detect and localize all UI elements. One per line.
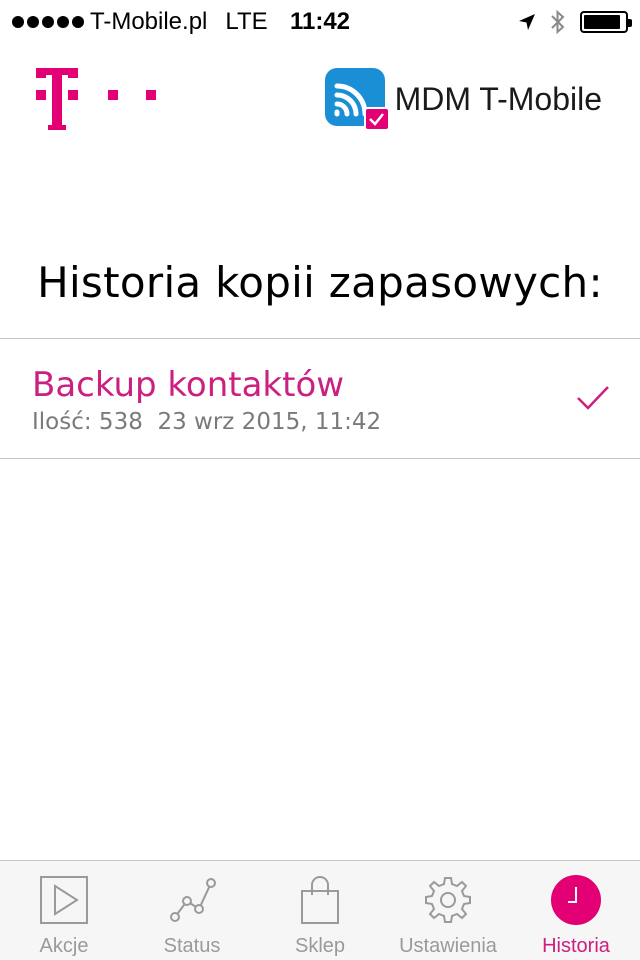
battery-icon: [580, 11, 632, 33]
location-arrow-icon: [519, 14, 535, 30]
signal-strength-icon: [12, 16, 84, 28]
bluetooth-icon: [551, 9, 565, 35]
tab-label: Akcje: [39, 935, 89, 957]
tab-status[interactable]: Status: [128, 861, 256, 960]
status-bar: T-Mobile.pl LTE 11:42: [0, 0, 640, 40]
status-bar-right: [518, 8, 632, 36]
tab-label: Ustawienia: [399, 935, 497, 957]
carrier-name: T-Mobile.pl: [90, 8, 208, 35]
clock-icon: [551, 875, 601, 925]
chart-line-icon: [170, 878, 216, 922]
tab-sklep[interactable]: Sklep: [256, 861, 384, 960]
backup-details: Ilość: 538 23 wrz 2015, 11:42: [32, 409, 382, 435]
t-mobile-logo: [36, 68, 156, 130]
app-header: MDM T-Mobile: [0, 60, 640, 140]
checkmark-icon: [577, 386, 609, 410]
tab-label: Status: [163, 935, 221, 957]
tab-label: Sklep: [294, 935, 346, 957]
mdm-app-icon: [324, 68, 389, 130]
page-title: Historia kopii zapasowych:: [37, 258, 603, 307]
status-bar-left: T-Mobile.pl LTE: [12, 8, 268, 36]
backup-list: Backup kontaktów Ilość: 538 23 wrz 2015,…: [0, 338, 640, 459]
list-item[interactable]: Backup kontaktów Ilość: 538 23 wrz 2015,…: [0, 339, 640, 459]
shopping-bag-icon: [301, 876, 339, 924]
gear-icon: [425, 877, 471, 923]
battery-level: [584, 15, 620, 29]
tab-label: Historia: [542, 935, 610, 957]
tab-akcje[interactable]: Akcje: [0, 861, 128, 960]
tab-ustawienia[interactable]: Ustawienia: [384, 861, 512, 960]
app-name: MDM T-Mobile: [394, 80, 602, 117]
app-brand: MDM T-Mobile: [324, 68, 602, 130]
backup-title: Backup kontaktów: [32, 365, 345, 405]
tab-historia[interactable]: Historia: [512, 861, 640, 960]
tab-bar: Akcje Status Sklep Ustawienia Historia: [0, 860, 640, 960]
network-type: LTE: [225, 8, 268, 35]
play-icon: [40, 876, 88, 924]
